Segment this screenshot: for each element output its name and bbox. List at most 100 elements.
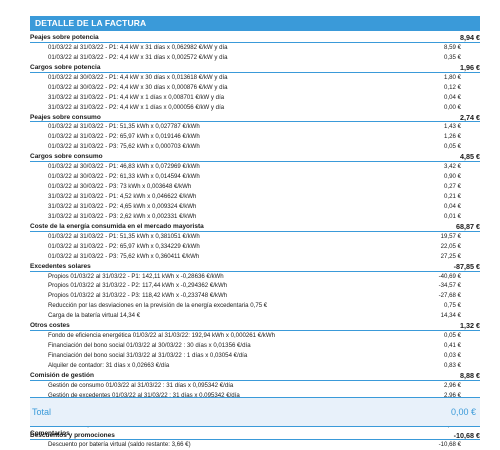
line-item-description: 31/03/22 al 31/03/22 - P2: 4,4 kW x 1 dí… [48, 103, 225, 111]
section-header: Cargos sobre potencia 1,96 € [30, 63, 480, 73]
invoice-detail-header: DETALLE DE LA FACTURA [30, 16, 480, 31]
section-title: Cargos sobre consumo [30, 153, 103, 161]
line-item-amount: 2,96 € [444, 381, 461, 389]
section-header: Peajes sobre consumo 2,74 € [30, 113, 480, 123]
section-header: Cargos sobre consumo 4,85 € [30, 152, 480, 163]
line-item: 01/03/22 al 30/03/22 - P1: 46,83 kWh x 0… [30, 162, 480, 172]
line-item-description: Gestión de consumo 01/03/22 al 31/03/22 … [48, 381, 234, 389]
line-item-amount: 0,83 € [444, 361, 461, 369]
line-item: 01/03/22 al 31/03/22 - P2: 65,97 kWh x 0… [30, 132, 480, 142]
line-item: Propios 01/03/22 al 31/03/22 - P3: 118,4… [30, 291, 480, 301]
total-value: 0,00 € [450, 407, 476, 417]
line-item: Descuento por batería virtual (saldo res… [30, 440, 480, 450]
line-item-amount: 0,27 € [444, 183, 461, 191]
line-item-amount: 0,90 € [444, 173, 461, 181]
line-item-description: 01/03/22 al 31/03/22 - P2: 65,97 kWh x 0… [48, 242, 200, 250]
section-title: Otros costes [30, 322, 70, 330]
line-item-amount: -27,68 € [438, 292, 461, 300]
line-item-description: 31/03/22 al 31/03/22 - P1: 4,4 kW x 1 dí… [48, 93, 225, 101]
line-item: 01/03/22 al 30/03/22 - P1: 4,4 kW x 30 d… [30, 73, 480, 83]
line-item: 01/03/22 al 31/03/22 - P3: 75,62 kWh x 0… [30, 142, 480, 152]
section-title: Cargos sobre potencia [30, 63, 101, 71]
section-title: Comisión de gestión [30, 371, 94, 379]
line-item-amount: 1,26 € [444, 133, 461, 141]
line-item: 01/03/22 al 31/03/22 - P1: 51,35 kWh x 0… [30, 232, 480, 242]
line-item-amount: 1,80 € [444, 73, 461, 81]
section-header: Descuentos y promociones -10,68 € [30, 431, 480, 441]
section-title: Peajes sobre potencia [30, 34, 99, 41]
line-item-description: Financiación del bono social 01/03/22 al… [48, 342, 251, 350]
line-item-amount: 0,00 € [444, 103, 461, 111]
line-item-amount: 14,34 € [440, 312, 461, 320]
line-item-amount: 8,59 € [444, 43, 461, 51]
line-item-amount: 3,42 € [444, 163, 461, 171]
line-item-description: Propios 01/03/22 al 31/03/22 - P3: 118,4… [48, 292, 228, 300]
line-item-description: 01/03/22 al 31/03/22 - P3: 75,62 kWh x 0… [48, 143, 200, 151]
line-item-amount: 1,43 € [444, 123, 461, 131]
invoice-detail-title: DETALLE DE LA FACTURA [35, 18, 147, 28]
line-item: 31/03/22 al 31/03/22 - P2: 4,65 kWh x 0,… [30, 202, 480, 212]
section-header: Comisión de gestión 8,88 € [30, 371, 480, 381]
line-item-description: Reducción por las desviaciones en la pre… [48, 302, 268, 310]
line-item-description: 01/03/22 al 30/03/22 - P2: 4,4 kW x 30 d… [48, 83, 228, 91]
line-item-amount: 0,03 € [444, 352, 461, 359]
line-item-description: Alquiler de contador: 31 días x 0,02663 … [48, 361, 170, 369]
line-item: 01/03/22 al 31/03/22 - P2: 65,97 kWh x 0… [30, 242, 480, 252]
section-amount: 68,87 € [456, 221, 480, 231]
line-item-amount: 0,12 € [444, 83, 461, 91]
line-item-description: 01/03/22 al 31/03/22 - P1: 4,4 kW x 31 d… [48, 43, 228, 51]
line-item-amount: 0,01 € [444, 212, 461, 220]
line-item-description: Carga de la batería virtual 14,34 € [48, 312, 141, 320]
section-header: Coste de la energía consumida en el merc… [30, 222, 480, 232]
line-item: Gestión de consumo 01/03/22 al 31/03/22 … [30, 381, 480, 391]
line-item-amount: 0,75 € [444, 302, 461, 310]
line-item: 01/03/22 al 31/03/22 - P3: 75,62 kWh x 0… [30, 252, 480, 262]
line-item: 01/03/22 al 31/03/22 - P1: 51,35 kWh x 0… [30, 122, 480, 132]
line-item-amount: 0,04 € [444, 93, 461, 101]
line-item: 01/03/22 al 31/03/22 - P2: 4,4 kW x 31 d… [30, 53, 480, 63]
total-label: Total [32, 407, 52, 417]
line-item-description: Propios 01/03/22 al 31/03/22 - P2: 117,4… [48, 282, 228, 290]
line-item-description: Descuento por batería virtual (saldo res… [48, 441, 191, 449]
line-item-description: 01/03/22 al 31/03/22 - P2: 65,97 kWh x 0… [48, 133, 200, 141]
line-item-amount: -10,68 € [438, 441, 461, 449]
line-item-description: Financiación del bono social 31/03/22 al… [48, 352, 248, 359]
invoice-lines: Peajes sobre potencia 8,94 € 01/03/22 al 3… [30, 33, 480, 450]
total-row: Total 0,00 € [30, 397, 480, 427]
line-item-amount: 0,04 € [444, 202, 461, 210]
section-amount: 1,96 € [460, 62, 480, 72]
line-item-description: 01/03/22 al 30/03/22 - P1: 4,4 kW x 30 d… [48, 73, 228, 81]
line-item-description: 31/03/22 al 31/03/22 - P1: 4,52 kWh x 0,… [48, 193, 197, 200]
line-item-description: 01/03/22 al 31/03/22 - P1: 51,35 kWh x 0… [48, 123, 200, 131]
section-title: Coste de la energía consumida en el merc… [30, 222, 204, 230]
section-header: Peajes sobre potencia 8,94 € [30, 33, 480, 43]
section-amount: 2,74 € [460, 112, 480, 122]
line-item: 01/03/22 al 30/03/22 - P2: 4,4 kW x 30 d… [30, 83, 480, 93]
line-item-amount: -40,69 € [438, 272, 461, 280]
section-header: Excedentes solares -87,85 € [30, 262, 480, 272]
line-item: Financiación del bono social 01/03/22 al… [30, 341, 480, 351]
comments-heading: Comentarios [30, 430, 70, 437]
line-item-description: 31/03/22 al 31/03/22 - P2: 4,65 kWh x 0,… [48, 202, 197, 210]
line-item-amount: 0,41 € [444, 342, 461, 350]
section-title: Peajes sobre consumo [30, 113, 101, 121]
line-item-amount: 0,05 € [444, 143, 461, 151]
section-amount: 4,85 € [460, 152, 480, 162]
line-item-amount: 0,35 € [444, 53, 461, 61]
section-amount: 1,32 € [460, 321, 480, 331]
line-item-amount: 0,21 € [444, 193, 461, 200]
line-item: 01/03/22 al 30/03/22 - P2: 61,33 kWh x 0… [30, 172, 480, 182]
section-amount: -87,85 € [453, 261, 480, 271]
line-item-amount: 22,05 € [440, 242, 461, 250]
line-item: 31/03/22 al 31/03/22 - P1: 4,52 kWh x 0,… [30, 192, 480, 202]
section-title: Excedentes solares [30, 262, 91, 270]
line-item-description: 31/03/22 al 31/03/22 - P3: 2,62 kWh x 0,… [48, 212, 197, 220]
line-item-amount: 0,05 € [444, 332, 461, 340]
section-amount: -10,68 € [453, 430, 480, 440]
line-item: Propios 01/03/22 al 31/03/22 - P2: 117,4… [30, 281, 480, 291]
line-item-amount: 27,25 € [440, 252, 461, 260]
section-amount: 8,94 € [460, 33, 480, 42]
line-item: 31/03/22 al 31/03/22 - P3: 2,62 kWh x 0,… [30, 212, 480, 222]
line-item: 01/03/22 al 31/03/22 - P1: 4,4 kW x 31 d… [30, 43, 480, 53]
line-item: Propios 01/03/22 al 31/03/22 - P1: 142,1… [30, 272, 480, 282]
